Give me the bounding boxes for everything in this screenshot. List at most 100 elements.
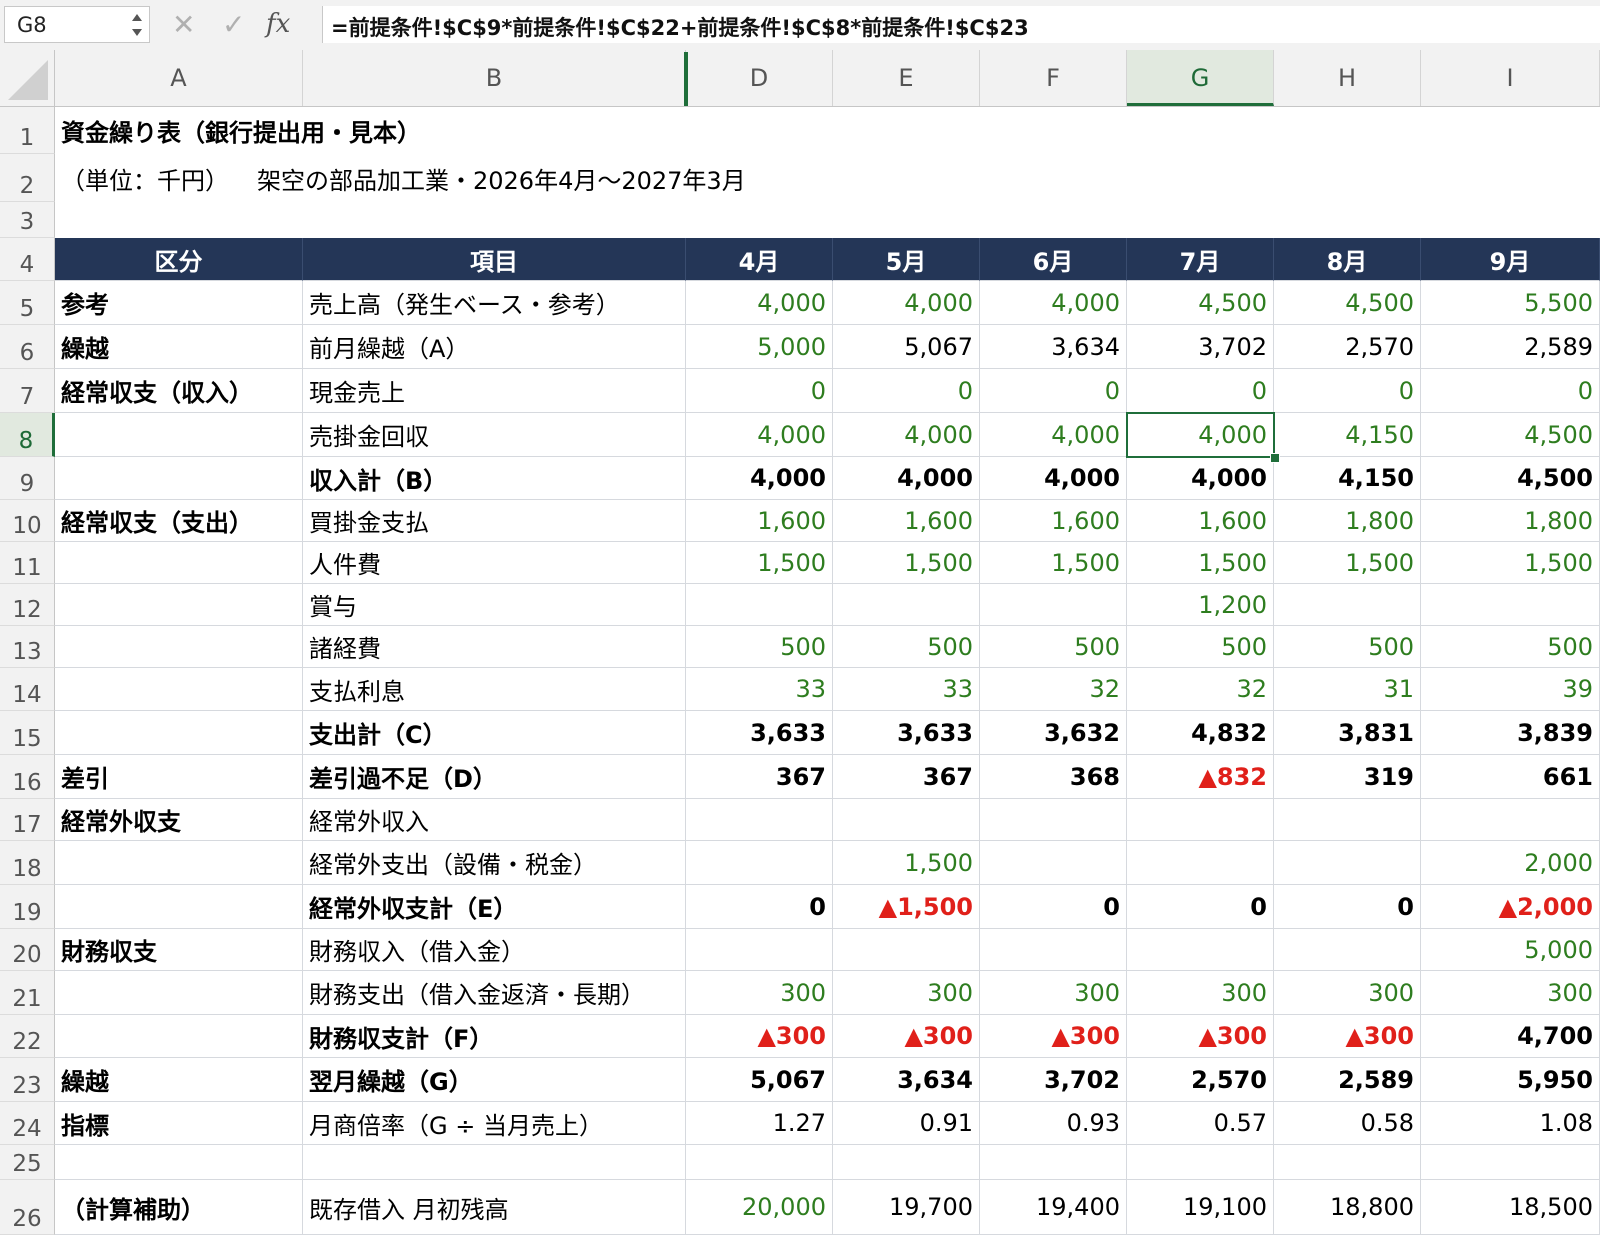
value-cell[interactable]: ▲300 xyxy=(1274,1015,1421,1058)
column-header-g[interactable]: G xyxy=(1127,50,1274,106)
value-cell[interactable]: 4,832 xyxy=(1127,711,1274,755)
value-cell[interactable]: 4,500 xyxy=(1127,281,1274,325)
value-cell[interactable]: 368 xyxy=(980,755,1127,799)
value-cell[interactable]: 1,500 xyxy=(1274,542,1421,584)
value-cell[interactable]: 300 xyxy=(1127,971,1274,1015)
value-cell[interactable]: 367 xyxy=(686,755,833,799)
value-cell[interactable]: 300 xyxy=(1274,971,1421,1015)
value-cell[interactable]: 4,000 xyxy=(980,413,1127,457)
row-header-23[interactable]: 23 xyxy=(0,1058,55,1102)
item-cell[interactable]: 差引過不足（D） xyxy=(303,755,686,799)
value-cell[interactable] xyxy=(1127,1145,1274,1180)
value-cell[interactable] xyxy=(686,584,833,626)
value-cell[interactable]: 500 xyxy=(980,626,1127,668)
value-cell[interactable]: 18,800 xyxy=(1274,1180,1421,1235)
value-cell[interactable]: 19,100 xyxy=(1127,1180,1274,1235)
value-cell[interactable]: 367 xyxy=(833,755,980,799)
row-header-13[interactable]: 13 xyxy=(0,626,55,668)
row-header-19[interactable]: 19 xyxy=(0,885,55,929)
table-header-cell[interactable]: 区分 xyxy=(55,238,303,281)
value-cell[interactable]: ▲2,000 xyxy=(1421,885,1600,929)
table-header-cell[interactable]: 6月 xyxy=(980,238,1127,281)
value-cell[interactable]: 500 xyxy=(1421,626,1600,668)
row-header-14[interactable]: 14 xyxy=(0,668,55,711)
category-cell[interactable] xyxy=(55,413,303,457)
value-cell[interactable]: 3,702 xyxy=(980,1058,1127,1102)
value-cell[interactable]: 4,000 xyxy=(980,281,1127,325)
value-cell[interactable]: 1,800 xyxy=(1421,500,1600,542)
value-cell[interactable] xyxy=(980,584,1127,626)
value-cell[interactable]: 4,000 xyxy=(686,457,833,500)
value-cell[interactable]: 33 xyxy=(833,668,980,711)
value-cell[interactable]: 2,570 xyxy=(1127,1058,1274,1102)
value-cell[interactable]: 4,500 xyxy=(1421,457,1600,500)
category-cell[interactable] xyxy=(55,711,303,755)
category-cell[interactable]: 経常外収支 xyxy=(55,799,303,841)
value-cell[interactable]: 1,600 xyxy=(980,500,1127,542)
value-cell[interactable]: 1,500 xyxy=(1127,542,1274,584)
row-header-2[interactable]: 2 xyxy=(0,154,55,202)
value-cell[interactable]: 4,000 xyxy=(1127,457,1274,500)
value-cell[interactable]: 3,839 xyxy=(1421,711,1600,755)
value-cell[interactable] xyxy=(833,584,980,626)
value-cell[interactable]: 4,000 xyxy=(686,281,833,325)
row-header-17[interactable]: 17 xyxy=(0,799,55,841)
item-cell[interactable]: 支払利息 xyxy=(303,668,686,711)
value-cell[interactable]: 300 xyxy=(1421,971,1600,1015)
row-header-25[interactable]: 25 xyxy=(0,1145,55,1180)
value-cell[interactable]: 3,633 xyxy=(686,711,833,755)
category-cell[interactable] xyxy=(55,457,303,500)
value-cell[interactable]: 0 xyxy=(980,369,1127,413)
value-cell[interactable] xyxy=(1274,1145,1421,1180)
value-cell[interactable]: 500 xyxy=(1274,626,1421,668)
value-cell[interactable] xyxy=(980,929,1127,971)
value-cell[interactable]: 32 xyxy=(1127,668,1274,711)
row-header-1[interactable]: 1 xyxy=(0,107,55,154)
column-header-b[interactable]: B xyxy=(303,50,686,106)
select-all-corner[interactable] xyxy=(0,50,55,106)
value-cell[interactable]: 32 xyxy=(980,668,1127,711)
item-cell[interactable]: 月商倍率（G ÷ 当月売上） xyxy=(303,1102,686,1145)
value-cell[interactable] xyxy=(1421,1145,1600,1180)
value-cell[interactable]: 4,500 xyxy=(1421,413,1600,457)
table-header-cell[interactable]: 9月 xyxy=(1421,238,1600,281)
value-cell[interactable] xyxy=(1127,929,1274,971)
value-cell[interactable]: 3,831 xyxy=(1274,711,1421,755)
sheet-title[interactable]: 資金繰り表（銀行提出用・見本） xyxy=(55,107,1600,154)
value-cell[interactable]: 5,000 xyxy=(1421,929,1600,971)
value-cell[interactable]: 33 xyxy=(686,668,833,711)
category-cell[interactable]: 繰越 xyxy=(55,1058,303,1102)
category-cell[interactable] xyxy=(55,542,303,584)
category-cell[interactable]: 経常収支（収入） xyxy=(55,369,303,413)
item-cell[interactable]: 経常外支出（設備・税金） xyxy=(303,841,686,885)
value-cell[interactable]: 5,067 xyxy=(686,1058,833,1102)
item-cell[interactable]: 現金売上 xyxy=(303,369,686,413)
value-cell[interactable]: 0 xyxy=(686,369,833,413)
value-cell[interactable]: 500 xyxy=(686,626,833,668)
value-cell[interactable]: 1,500 xyxy=(833,542,980,584)
value-cell[interactable] xyxy=(1127,841,1274,885)
item-cell[interactable]: 財務収支計（F） xyxy=(303,1015,686,1058)
item-cell[interactable]: 売上高（発生ベース・参考） xyxy=(303,281,686,325)
value-cell[interactable] xyxy=(686,1145,833,1180)
table-header-cell[interactable]: 4月 xyxy=(686,238,833,281)
value-cell[interactable] xyxy=(1274,929,1421,971)
category-cell[interactable] xyxy=(55,584,303,626)
enter-icon[interactable]: ✓ xyxy=(222,6,245,43)
value-cell[interactable]: ▲300 xyxy=(686,1015,833,1058)
value-cell[interactable]: ▲832 xyxy=(1127,755,1274,799)
table-header-cell[interactable]: 7月 xyxy=(1127,238,1274,281)
value-cell[interactable]: 19,400 xyxy=(980,1180,1127,1235)
value-cell[interactable]: ▲1,500 xyxy=(833,885,980,929)
item-cell[interactable]: 諸経費 xyxy=(303,626,686,668)
table-header-cell[interactable]: 8月 xyxy=(1274,238,1421,281)
value-cell[interactable] xyxy=(686,799,833,841)
value-cell[interactable]: 319 xyxy=(1274,755,1421,799)
item-cell[interactable]: 翌月繰越（G） xyxy=(303,1058,686,1102)
column-header-i[interactable]: I xyxy=(1421,50,1600,106)
row-header-4[interactable]: 4 xyxy=(0,238,55,281)
item-cell[interactable]: 収入計（B） xyxy=(303,457,686,500)
value-cell[interactable] xyxy=(1421,799,1600,841)
column-header-a[interactable]: A xyxy=(55,50,303,106)
value-cell[interactable]: ▲300 xyxy=(833,1015,980,1058)
